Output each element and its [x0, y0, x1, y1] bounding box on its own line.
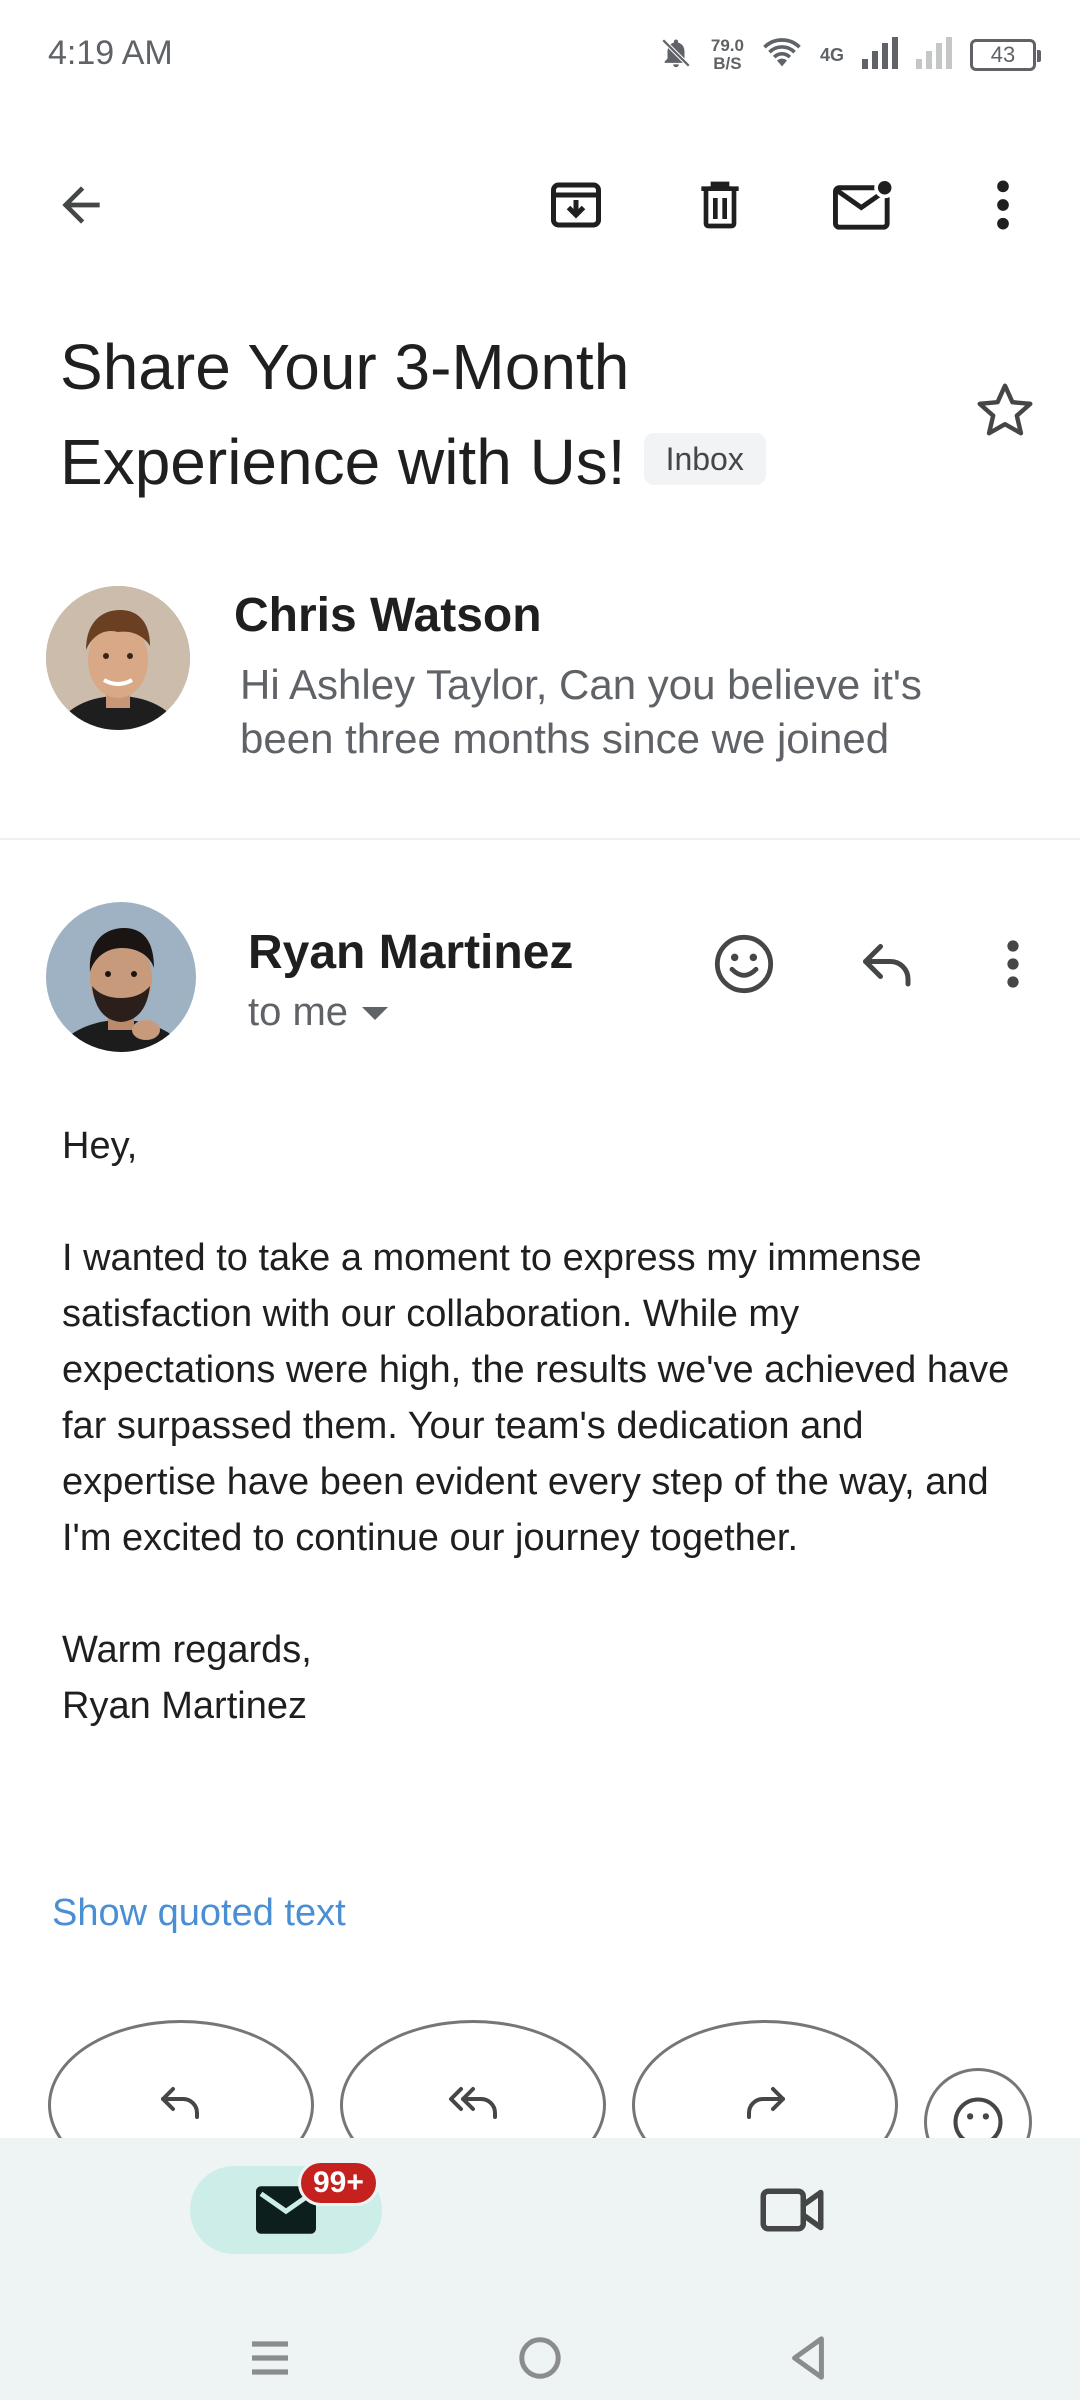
recipient-details-toggle[interactable]: to me: [248, 990, 389, 1035]
home-button[interactable]: [510, 2328, 570, 2388]
forward-icon: [747, 2087, 785, 2119]
sender-chris-watson: Chris Watson: [234, 589, 542, 642]
delete-icon: [701, 181, 739, 229]
mark-unread-button[interactable]: [820, 160, 910, 250]
network-type: 4G: [819, 44, 844, 65]
menu-lines-icon: [252, 2341, 288, 2375]
wifi-icon: [762, 36, 802, 75]
net-speed-unit: B/S: [713, 54, 742, 73]
back-arrow-icon: [62, 186, 100, 224]
bottom-navigation: 99+: [0, 2138, 1080, 2400]
message-more-button[interactable]: [973, 924, 1053, 1004]
battery-icon: 43: [970, 39, 1041, 71]
chevron-down-icon: [362, 1006, 389, 1020]
nav-mail-tab[interactable]: 99+: [190, 2160, 382, 2254]
mark-unread-icon: [833, 177, 896, 230]
net-speed: 79.0 B/S: [711, 37, 744, 73]
sender-ryan-martinez: Ryan Martinez: [248, 926, 574, 979]
show-quoted-text-link[interactable]: Show quoted text: [52, 1892, 346, 1935]
signal-icon: [862, 36, 898, 74]
reply-all-icon: [449, 2087, 497, 2119]
nav-meet-tab[interactable]: [756, 2174, 828, 2246]
greeting: Hey,: [62, 1125, 138, 1167]
more-options-button[interactable]: [958, 160, 1048, 250]
more-vert-icon: [1007, 940, 1019, 988]
reply-icon: [863, 944, 911, 987]
net-speed-value: 79.0: [710, 36, 744, 55]
delete-button[interactable]: [675, 160, 765, 250]
mute-bell-icon: [659, 36, 693, 75]
unread-count-badge: 99+: [298, 2160, 379, 2206]
signature: Ryan Martinez: [62, 1685, 307, 1727]
top-toolbar: [0, 160, 1080, 260]
status-time: 4:19 AM: [48, 34, 173, 72]
message-snippet: Hi Ashley Taylor, Can you believe it's b…: [240, 661, 922, 762]
avatar-chris-watson[interactable]: [46, 586, 190, 730]
recipient-label: to me: [248, 990, 349, 1034]
subject-text: Share Your 3-Month Experience with Us!: [60, 331, 630, 498]
video-camera-icon: [760, 2188, 824, 2232]
body-paragraph: I wanted to take a moment to express my …: [62, 1237, 1010, 1559]
inbox-label-chip[interactable]: Inbox: [643, 433, 766, 486]
archive-icon: [551, 182, 601, 228]
closing: Warm regards,: [62, 1629, 312, 1671]
add-reaction-button[interactable]: [704, 924, 784, 1004]
reply-button[interactable]: [848, 924, 928, 1004]
back-button[interactable]: [36, 160, 126, 250]
signal-2-icon: [916, 36, 952, 74]
recent-apps-button[interactable]: [240, 2328, 300, 2388]
star-button[interactable]: [972, 378, 1042, 448]
home-circle-icon: [519, 2337, 561, 2379]
status-bar: 4:19 AM 79.0 B/S 4G 43: [0, 0, 1080, 110]
battery-level: 43: [990, 42, 1016, 67]
email-subject: Share Your 3-Month Experience with Us! In…: [60, 320, 940, 510]
more-vert-icon: [997, 180, 1009, 230]
reply-icon: [161, 2087, 199, 2119]
star-icon: [977, 383, 1033, 436]
back-triangle-icon: [792, 2336, 824, 2380]
emoji-icon: [714, 934, 774, 994]
message-body: Hey, I wanted to take a moment to expres…: [62, 1118, 1022, 1734]
avatar-ryan-martinez[interactable]: [46, 902, 196, 1052]
system-back-button[interactable]: [778, 2328, 838, 2388]
status-icons: 79.0 B/S 4G 43: [659, 30, 1041, 80]
archive-button[interactable]: [531, 160, 621, 250]
